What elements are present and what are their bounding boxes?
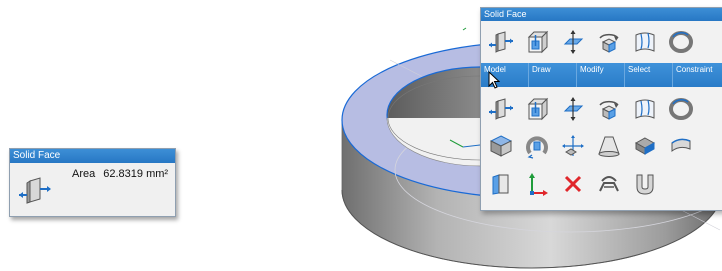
chamfer-button[interactable]	[627, 128, 662, 163]
revolve-icon	[668, 97, 693, 120]
revolve-button[interactable]	[663, 91, 698, 126]
move-plane-icon	[563, 96, 583, 121]
box-face-icon	[527, 97, 548, 120]
surface-button[interactable]	[627, 91, 662, 126]
move-plane-button[interactable]	[555, 24, 590, 59]
icon-row-3	[481, 128, 722, 163]
solid-face-icon	[488, 30, 513, 53]
area-label: Area	[72, 168, 96, 180]
delete-button[interactable]	[555, 166, 590, 201]
solid-face-button[interactable]	[483, 24, 518, 59]
surface-button[interactable]	[627, 24, 662, 59]
rotate-face-button[interactable]	[591, 91, 626, 126]
box-face-icon	[527, 30, 548, 53]
move-button[interactable]	[555, 128, 590, 163]
rotate-face-icon	[598, 33, 619, 53]
coordinate-system-button[interactable]	[519, 166, 554, 201]
icon-row-2	[481, 91, 722, 126]
box-face-button[interactable]	[519, 91, 554, 126]
panel-tabs: Model Draw Modify Select Constraint	[481, 63, 722, 87]
delete-icon	[564, 175, 581, 192]
move-icon	[561, 134, 584, 156]
move-plane-button[interactable]	[555, 91, 590, 126]
icon-row-4	[481, 166, 722, 201]
tooltip-title: Solid Face	[10, 149, 175, 163]
shell-icon	[636, 174, 653, 195]
loft-button[interactable]	[591, 128, 626, 163]
surface-icon	[635, 32, 654, 52]
revolve-solid-icon	[525, 135, 548, 159]
surface-icon	[635, 99, 654, 119]
mouse-cursor-icon	[488, 71, 500, 89]
solid-face-panel: Solid Face Model Draw Modify Select Cons…	[480, 7, 722, 211]
revolve-solid-button[interactable]	[519, 128, 554, 163]
pattern-icon	[598, 175, 619, 191]
revolve-icon	[668, 30, 693, 53]
revolve-button[interactable]	[663, 24, 698, 59]
area-value: 62.8319 mm²	[103, 168, 169, 180]
fillet-button[interactable]	[663, 128, 698, 163]
rotate-face-icon	[598, 100, 619, 120]
fillet-icon	[671, 138, 690, 152]
tab-draw[interactable]: Draw	[529, 63, 577, 87]
loft-icon	[597, 136, 620, 157]
tab-modify[interactable]: Modify	[577, 63, 625, 87]
solid-face-button[interactable]	[483, 91, 518, 126]
extrude-solid-button[interactable]	[483, 128, 518, 163]
offset-face-button[interactable]	[483, 166, 518, 201]
shell-button[interactable]	[627, 166, 662, 201]
rotate-face-button[interactable]	[591, 24, 626, 59]
tab-select[interactable]: Select	[625, 63, 673, 87]
icon-row-1	[481, 24, 722, 59]
coordinate-system-icon	[528, 172, 548, 196]
chamfer-icon	[634, 136, 655, 155]
pattern-button[interactable]	[591, 166, 626, 201]
extrude-solid-icon	[489, 134, 512, 157]
tab-constraint[interactable]: Constraint	[673, 63, 722, 87]
offset-face-icon	[492, 173, 508, 195]
solid-face-icon	[18, 175, 52, 207]
solid-face-icon	[488, 97, 513, 120]
solid-face-tooltip: Solid Face Area 62.8319 mm²	[9, 148, 176, 217]
area-readout: Area 62.8319 mm²	[72, 168, 168, 180]
box-face-button[interactable]	[519, 24, 554, 59]
move-plane-icon	[563, 29, 583, 54]
panel-title: Solid Face	[481, 8, 722, 21]
